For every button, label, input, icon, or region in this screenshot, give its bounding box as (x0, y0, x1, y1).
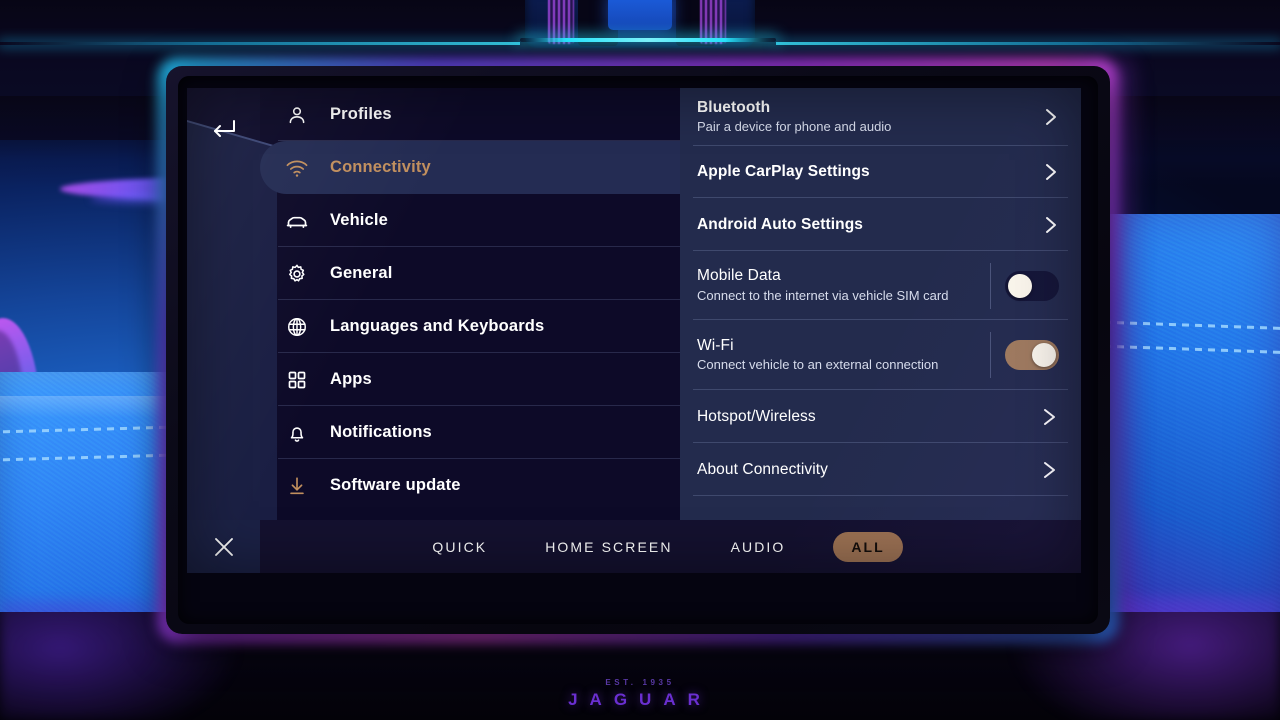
infotainment-screen: Profiles Connectivity Vehicle General La… (187, 88, 1081, 573)
detail-row-title: Mobile Data (697, 267, 781, 285)
detail-row-title: Hotspot/Wireless (697, 407, 816, 425)
menu-item-label: Vehicle (330, 211, 388, 229)
chevron-right-icon (1033, 456, 1059, 484)
menu-item-label: Languages and Keyboards (330, 317, 545, 335)
tab-quick[interactable]: QUICK (422, 532, 497, 562)
back-button[interactable] (201, 108, 245, 148)
detail-row-about-connectivity[interactable]: About Connectivity (680, 443, 1081, 496)
menu-item-label: General (330, 264, 393, 282)
person-icon (278, 96, 316, 134)
globe-icon (278, 308, 316, 346)
tab-audio[interactable]: AUDIO (721, 532, 796, 562)
detail-row-subtitle: Connect to the internet via vehicle SIM … (697, 287, 949, 303)
bottom-navigation-bar: QUICK HOME SCREEN AUDIO ALL (187, 520, 1081, 573)
toggle-knob (1032, 343, 1056, 367)
tab-all[interactable]: ALL (833, 531, 903, 562)
chevron-right-icon (1033, 104, 1059, 130)
bottom-tabs: QUICK HOME SCREEN AUDIO ALL (260, 520, 1081, 573)
tab-home-screen[interactable]: HOME SCREEN (535, 532, 682, 562)
badge-brand-name: JAGUAR (568, 690, 712, 709)
toggle-container (989, 332, 1059, 378)
wifi-toggle[interactable] (1005, 340, 1059, 370)
detail-row-hotspot-wireless[interactable]: Hotspot/Wireless (680, 390, 1081, 443)
mobile-data-toggle[interactable] (1005, 270, 1059, 301)
grid-icon (278, 361, 316, 399)
toggle-container (989, 262, 1059, 309)
detail-row-subtitle: Pair a device for phone and audio (697, 119, 892, 135)
bell-icon (278, 414, 316, 452)
close-button[interactable] (187, 520, 260, 573)
detail-row-apple-carplay-settings[interactable]: Apple CarPlay Settings (680, 146, 1081, 198)
close-icon (211, 534, 237, 560)
toggle-knob (1008, 273, 1032, 298)
gear-icon (278, 255, 316, 293)
ambient-strip-center (520, 38, 776, 42)
menu-item-label: Profiles (330, 105, 392, 123)
detail-row-title: Apple CarPlay Settings (697, 163, 870, 181)
car-icon (278, 202, 316, 240)
chevron-right-icon (1033, 212, 1059, 238)
detail-row-subtitle: Connect vehicle to an external connectio… (697, 357, 939, 373)
detail-row-title: Android Auto Settings (697, 215, 863, 233)
jaguar-brand-badge: EST. 1935 JAGUAR (0, 678, 1280, 710)
detail-row-title: Bluetooth (697, 98, 771, 116)
menu-item-label: Notifications (330, 423, 432, 441)
ambient-strip-left (0, 42, 520, 45)
divider (693, 495, 1068, 496)
ambient-strip-right (776, 42, 1280, 45)
menu-item-label: Apps (330, 370, 372, 388)
detail-row-title: About Connectivity (697, 460, 829, 478)
menu-item-label: Connectivity (330, 158, 431, 176)
detail-row-wifi[interactable]: Wi-Fi Connect vehicle to an external con… (680, 320, 1081, 390)
chevron-right-icon (1033, 403, 1059, 431)
chevron-right-icon (1033, 159, 1059, 185)
connectivity-detail-panel: Bluetooth Pair a device for phone and au… (680, 88, 1081, 520)
detail-row-title: Wi-Fi (697, 336, 734, 354)
divider (990, 332, 991, 378)
detail-row-android-auto-settings[interactable]: Android Auto Settings (680, 198, 1081, 251)
back-arrow-icon (209, 116, 237, 140)
hud-display (608, 0, 672, 30)
detail-row-mobile-data[interactable]: Mobile Data Connect to the internet via … (680, 251, 1081, 320)
detail-row-bluetooth[interactable]: Bluetooth Pair a device for phone and au… (680, 88, 1081, 146)
screenshot-root: EST. 1935 JAGUAR Profiles Connectivity V… (0, 0, 1280, 720)
divider (990, 262, 991, 309)
menu-item-label: Software update (330, 476, 461, 494)
wifi-icon (278, 149, 316, 187)
badge-established-text: EST. 1935 (605, 678, 675, 687)
download-icon (278, 467, 316, 505)
